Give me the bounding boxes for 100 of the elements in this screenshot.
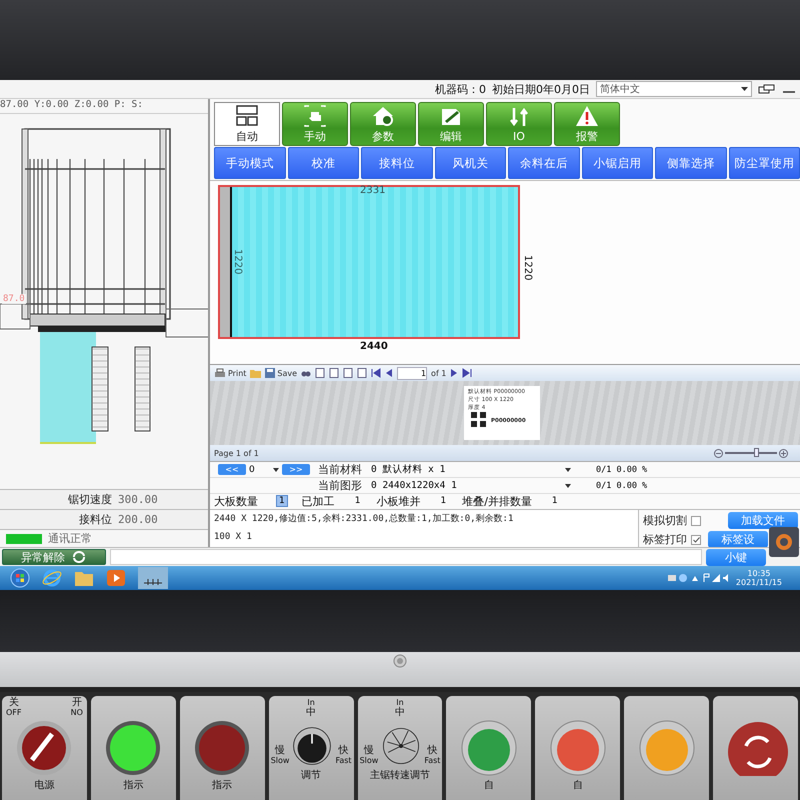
previous-button[interactable]: << bbox=[218, 464, 246, 475]
progress-text: 0/1 0.00 % bbox=[596, 464, 648, 474]
checkbox[interactable] bbox=[691, 534, 701, 544]
next-page-icon[interactable] bbox=[450, 368, 458, 378]
position-readout: 87.0 bbox=[2, 294, 26, 304]
panel-caption: 主锯转速调节 bbox=[370, 768, 430, 782]
speed-knob[interactable] bbox=[292, 726, 332, 766]
option-label: 标签打印 bbox=[643, 532, 687, 547]
first-page-icon[interactable] bbox=[371, 368, 382, 378]
count-label: 大板数量 bbox=[214, 494, 258, 508]
function-button[interactable]: 风机关 bbox=[434, 147, 506, 179]
checkbox[interactable] bbox=[691, 516, 701, 526]
gear-badge-icon[interactable] bbox=[769, 527, 799, 557]
browser-icon[interactable] bbox=[42, 568, 62, 588]
slider-thumb[interactable] bbox=[754, 448, 760, 457]
zoom-in-icon[interactable] bbox=[779, 448, 788, 458]
screw-icon bbox=[393, 654, 407, 668]
last-page-icon[interactable] bbox=[462, 368, 472, 378]
page-number-field[interactable]: 1 bbox=[397, 366, 428, 380]
media-player-icon[interactable] bbox=[106, 569, 126, 587]
mode-tab[interactable]: 编辑 bbox=[418, 102, 484, 146]
switch-label: 关 bbox=[8, 698, 19, 708]
panel-caption: 指示 bbox=[212, 778, 232, 792]
function-button[interactable]: 侧靠选择 bbox=[655, 147, 726, 179]
selection-dropdown[interactable]: 0 默认材料 x 1 bbox=[366, 463, 576, 476]
function-button[interactable]: 校准 bbox=[288, 147, 359, 179]
keyboard-button[interactable]: 小键 bbox=[706, 548, 766, 566]
language-dropdown[interactable]: 简体中文 bbox=[596, 81, 752, 97]
mode-tab[interactable]: 参数 bbox=[350, 102, 416, 146]
function-button[interactable]: 手动模式 bbox=[214, 147, 286, 179]
dial-label: Fast bbox=[424, 756, 440, 766]
page-status: Page 1 of 1 bbox=[214, 448, 259, 458]
parameter-label: 锯切速度 bbox=[68, 492, 112, 507]
machine-code: 机器码：0 bbox=[435, 82, 486, 96]
dimension-label: 2331 bbox=[360, 185, 386, 196]
zoom-out-icon[interactable] bbox=[714, 448, 723, 458]
switch-label: OFF bbox=[6, 708, 22, 718]
dimension-label: 1220 bbox=[232, 249, 243, 274]
page-icon[interactable] bbox=[357, 368, 368, 378]
app-window-icon[interactable] bbox=[138, 567, 168, 589]
save-button[interactable]: Save bbox=[265, 368, 298, 378]
page-count: of 1 bbox=[431, 368, 446, 378]
function-button[interactable]: 接料位 bbox=[361, 147, 432, 179]
count-label: 已加工 bbox=[302, 494, 335, 508]
restore-icon[interactable] bbox=[758, 84, 776, 94]
panel-caption: 调节 bbox=[301, 768, 322, 782]
panel-caption: 自 bbox=[572, 779, 583, 792]
mode-tab[interactable]: 手动 bbox=[282, 102, 348, 146]
caret-icon bbox=[741, 87, 748, 91]
start-icon[interactable] bbox=[10, 568, 30, 588]
count-label: 堆叠/并排数量 bbox=[462, 494, 532, 508]
dial-label: 慢 bbox=[364, 746, 374, 756]
action-button[interactable]: 加载文件 bbox=[728, 512, 798, 529]
dial-label: Slow bbox=[270, 756, 290, 766]
caret-icon bbox=[565, 484, 571, 488]
function-button[interactable]: 余料在后 bbox=[508, 147, 580, 179]
selector-switch[interactable] bbox=[16, 720, 72, 776]
panel-caption: 指示 bbox=[123, 778, 144, 792]
dimension-label: 2440 bbox=[360, 341, 388, 352]
function-button[interactable]: 防尘罩使用 bbox=[728, 147, 800, 179]
action-button[interactable]: 标签设 bbox=[708, 531, 768, 548]
info-text: 100 X 1 bbox=[214, 532, 253, 542]
count-value: 1 bbox=[354, 496, 362, 506]
mode-tab[interactable]: 自动 bbox=[214, 102, 280, 146]
reset-button[interactable]: 异常解除 bbox=[2, 549, 106, 565]
switch-label: NO bbox=[70, 708, 83, 718]
mode-tab[interactable]: IO bbox=[486, 102, 552, 146]
connection-status-text: 通讯正常 bbox=[48, 531, 92, 546]
switch-label: 开 bbox=[72, 698, 82, 708]
check-icon bbox=[692, 536, 700, 542]
dial-label: In bbox=[307, 698, 315, 707]
previous-page-icon[interactable] bbox=[385, 368, 394, 378]
tray-icons-drawing[interactable] bbox=[668, 573, 728, 583]
dial-label: Fast bbox=[335, 756, 352, 766]
hand-icon bbox=[303, 104, 327, 128]
start-date: 初始日期0年0月0日 bbox=[492, 82, 590, 96]
page-icon[interactable] bbox=[343, 368, 354, 378]
field-label: 当前图形 bbox=[318, 478, 363, 493]
arrows-icon bbox=[507, 105, 531, 129]
refresh-icon bbox=[71, 551, 87, 563]
progress-text: 0/1 0.00 % bbox=[596, 480, 648, 490]
index-dropdown[interactable]: 0 bbox=[249, 464, 279, 474]
selection-dropdown[interactable]: 0 2440x1220x4 1 bbox=[366, 480, 576, 491]
clock-time: 10:35 bbox=[747, 569, 770, 578]
option-label: 模拟切割 bbox=[643, 513, 687, 528]
folder-icon[interactable] bbox=[74, 569, 94, 587]
page-icon[interactable] bbox=[315, 368, 326, 378]
parameter-value: 200.00 bbox=[118, 513, 159, 526]
print-button[interactable]: Print bbox=[214, 368, 246, 378]
speed-dial-drawing bbox=[381, 726, 422, 766]
printer-icon bbox=[214, 368, 226, 378]
dial-label: In bbox=[396, 698, 404, 707]
page-icon[interactable] bbox=[329, 368, 340, 378]
mode-tab[interactable]: 报警 bbox=[554, 102, 620, 146]
dimension-label: 1220 bbox=[522, 255, 533, 280]
parameter-value: 300.00 bbox=[118, 493, 159, 506]
caret-icon bbox=[565, 468, 571, 472]
function-button[interactable]: 小锯启用 bbox=[582, 147, 653, 179]
next-button[interactable]: >> bbox=[282, 464, 310, 475]
clock-date: 2021/11/15 bbox=[736, 578, 782, 587]
